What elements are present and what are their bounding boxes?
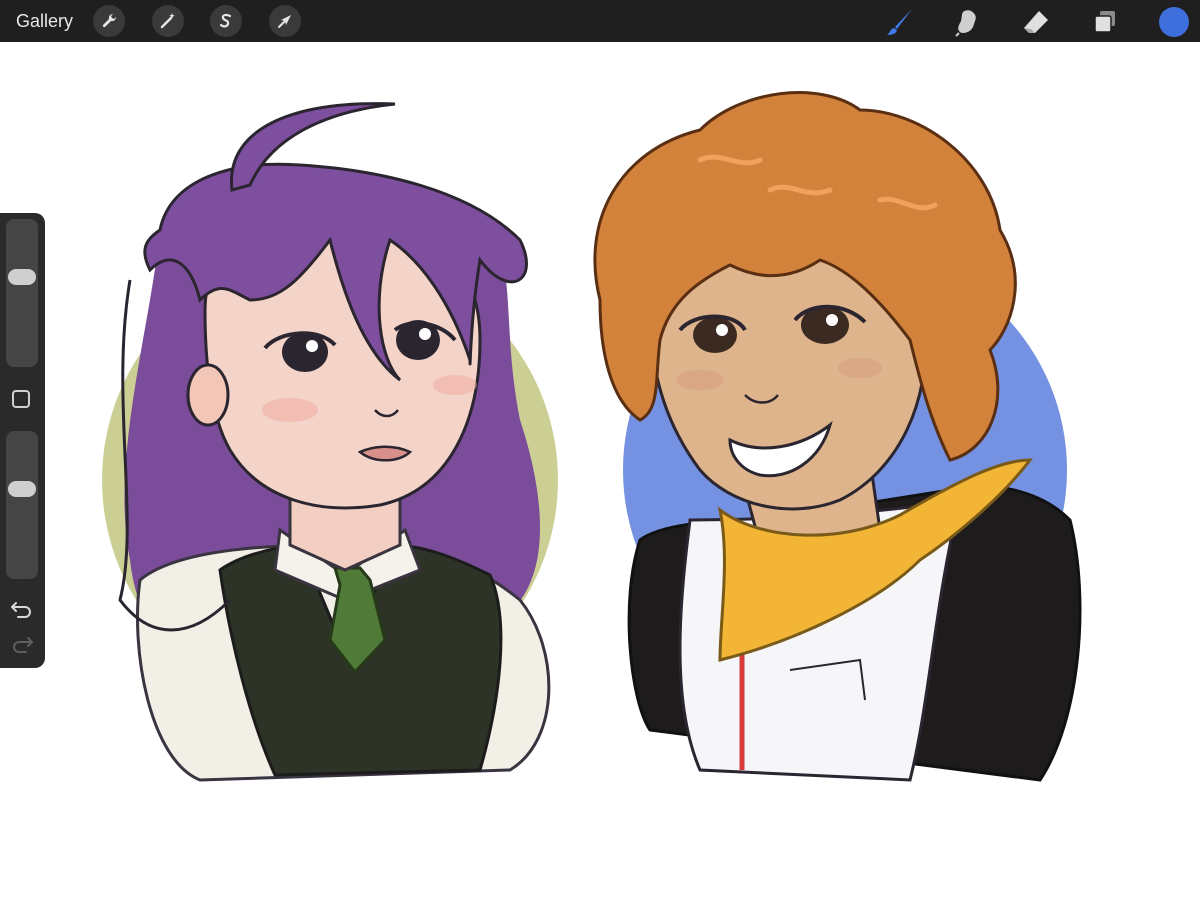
ear <box>186 363 230 427</box>
color-picker[interactable] <box>1159 7 1189 37</box>
magic-wand-icon <box>160 13 175 29</box>
smudge-icon <box>955 10 976 37</box>
transform-arrow-icon <box>278 15 291 28</box>
selection-button[interactable] <box>210 5 242 37</box>
gallery-button[interactable]: Gallery <box>16 10 73 32</box>
left-eye <box>693 317 737 353</box>
selection-icon <box>219 13 232 28</box>
adjustments-button[interactable] <box>152 5 184 37</box>
wrench-icon <box>102 13 117 28</box>
actions-button[interactable] <box>93 5 125 37</box>
eraser-icon <box>1024 11 1048 33</box>
eraser-tool[interactable] <box>1020 6 1052 38</box>
brush-tool[interactable] <box>884 6 916 38</box>
purple-hair-character <box>102 102 558 782</box>
orange-hair-character <box>593 91 1082 782</box>
layers-icon <box>1094 11 1115 33</box>
brush-icon <box>887 9 912 35</box>
smudge-tool[interactable] <box>951 6 983 38</box>
drawing-canvas[interactable] <box>0 42 1200 899</box>
transform-button[interactable] <box>269 5 301 37</box>
top-toolbar: Gallery <box>0 0 1200 42</box>
layers-tool[interactable] <box>1089 6 1121 38</box>
